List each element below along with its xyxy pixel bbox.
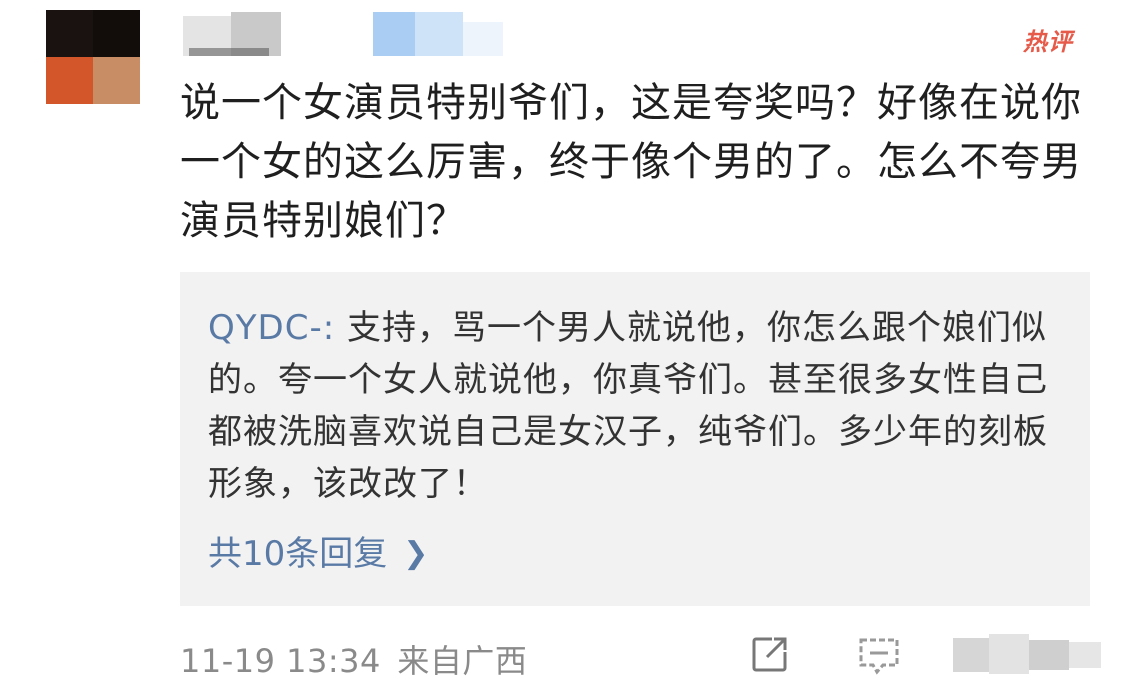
hot-comment-badge: 热评	[1023, 28, 1073, 56]
share-icon[interactable]	[750, 634, 790, 674]
comment-icon[interactable]	[856, 634, 902, 678]
reply-preview[interactable]: QYDC-: 支持，骂一个男人就说他，你怎么跟个娘们似的。夸一个女人就说他，你真…	[180, 272, 1090, 606]
more-replies-label: 共10条回复	[208, 534, 388, 574]
avatar[interactable]	[46, 10, 140, 104]
chevron-right-icon: ❯	[403, 536, 429, 571]
comment-meta: 11-19 13:34 来自广西	[180, 636, 527, 682]
comment-text: 说一个女演员特别爷们，这是夸奖吗？好像在说你一个女的这么厉害，终于像个男的了。怎…	[180, 80, 1082, 244]
reply-text-block: QYDC-: 支持，骂一个男人就说他，你怎么跟个娘们似的。夸一个女人就说他，你真…	[208, 302, 1058, 510]
more-replies-link[interactable]: 共10条回复 ❯	[208, 528, 428, 582]
comment-card: 热评 说一个女演员特别爷们，这是夸奖吗？好像在说你一个女的这么厉害，终于像个男的…	[0, 0, 1125, 692]
location: 来自广西	[397, 642, 528, 680]
like-button-blurred[interactable]	[953, 632, 1103, 678]
username-blurred[interactable]	[183, 12, 523, 58]
timestamp: 11-19 13:34	[180, 642, 381, 680]
reply-author[interactable]: QYDC-:	[208, 308, 335, 348]
